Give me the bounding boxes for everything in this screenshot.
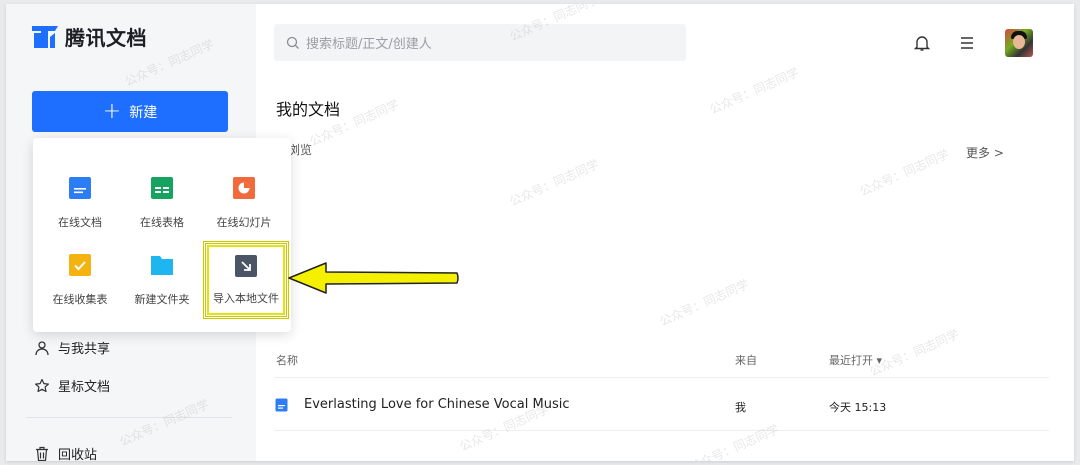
header-divider [274, 377, 1049, 378]
row-divider [274, 430, 1049, 431]
menu-option-online-form[interactable]: 在线收集表 [39, 253, 121, 331]
annotation-arrow [288, 262, 459, 294]
page-title: 我的文档 [276, 100, 341, 119]
watermark: 公众号：同志同学 [657, 277, 751, 329]
form-icon [69, 254, 91, 276]
search-box[interactable]: 搜索标题/正文/创建人 [274, 24, 686, 61]
import-icon [235, 255, 257, 277]
menu-option-online-sheet[interactable]: 在线表格 [121, 176, 203, 254]
sidebar-item-trash[interactable]: 回收站 [34, 444, 97, 461]
slides-icon [233, 177, 255, 199]
folder-icon [151, 256, 173, 275]
watermark: 公众号：同志同学 [507, 157, 601, 209]
watermark: 公众号：同志同学 [687, 422, 781, 461]
menu-option-online-doc[interactable]: 在线文档 [39, 176, 121, 254]
column-header-from: 来自 [735, 354, 757, 367]
column-header-name: 名称 [276, 354, 298, 367]
sidebar-item-shared[interactable]: 与我共享 [34, 338, 110, 357]
sidebar-divider [26, 417, 232, 418]
new-button-label: 新建 [129, 104, 158, 121]
column-header-last-opened[interactable]: 最近打开 ▾ [829, 352, 882, 368]
sidebar-item-label: 回收站 [58, 448, 98, 461]
sidebar-item-starred[interactable]: 星标文档 [34, 376, 110, 395]
person-icon [35, 340, 49, 355]
menu-icon[interactable] [958, 34, 976, 52]
watermark: 公众号：同志同学 [857, 147, 951, 199]
more-link[interactable]: 更多 > [966, 144, 1004, 161]
app-window: 腾讯文档 + 新建 与我共享 星标文档 回收站 在线文档 在线表格 在线幻灯片 … [6, 4, 1074, 461]
file-from: 我 [735, 401, 746, 414]
menu-option-label: 在线文档 [58, 216, 102, 229]
sheet-icon [151, 177, 173, 199]
menu-option-label: 在线收集表 [52, 293, 108, 306]
menu-option-import-local-file[interactable]: 导入本地文件 [203, 241, 289, 319]
star-icon [35, 378, 49, 392]
trash-icon [36, 446, 48, 461]
avatar[interactable] [1005, 29, 1033, 57]
menu-option-label: 新建文件夹 [134, 293, 190, 306]
sidebar-item-label: 与我共享 [58, 342, 111, 357]
file-name[interactable]: Everlasting Love for Chinese Vocal Music [304, 397, 569, 412]
search-placeholder: 搜索标题/正文/创建人 [306, 37, 432, 52]
menu-option-new-folder[interactable]: 新建文件夹 [121, 253, 203, 331]
doc-icon [275, 398, 288, 412]
app-logo[interactable]: 腾讯文档 [30, 22, 147, 51]
search-icon [286, 36, 299, 49]
doc-icon [69, 177, 91, 199]
watermark: 公众号：同志同学 [707, 65, 801, 117]
avatar-face [1013, 35, 1025, 49]
menu-option-label: 导入本地文件 [213, 292, 279, 305]
menu-option-label: 在线表格 [140, 216, 184, 229]
menu-option-label: 在线幻灯片 [216, 216, 272, 229]
file-last-opened: 今天 15:13 [829, 401, 887, 414]
new-menu-popup: 在线文档 在线表格 在线幻灯片 在线收集表 新建文件夹 导入本地文件 [33, 138, 291, 332]
new-button[interactable]: + 新建 [32, 91, 228, 132]
plus-icon: + [102, 98, 122, 124]
bell-icon[interactable] [913, 34, 931, 52]
logo-icon [32, 25, 58, 48]
app-name: 腾讯文档 [65, 26, 147, 50]
sidebar-item-label: 星标文档 [58, 380, 111, 395]
